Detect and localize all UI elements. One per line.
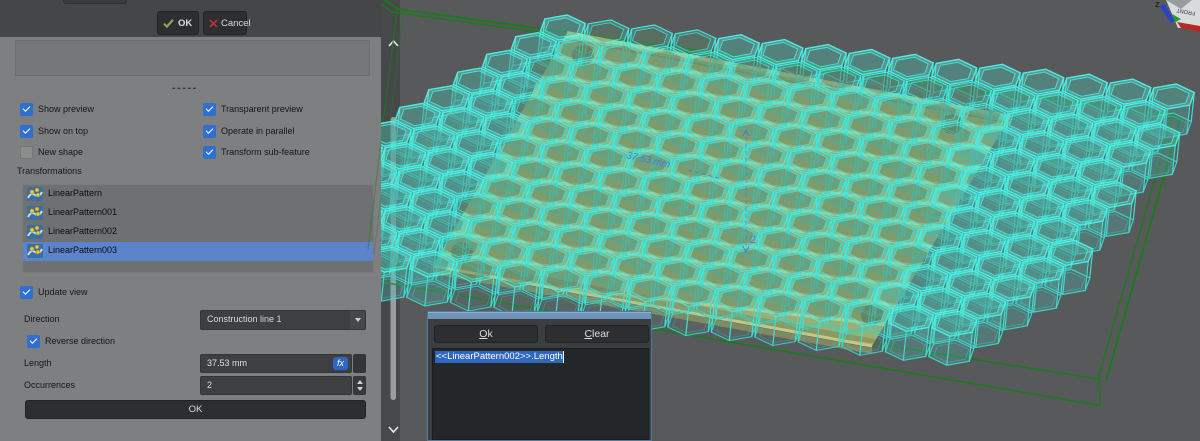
svg-text:Z: Z: [1155, 0, 1160, 9]
svg-text:2: 2: [750, 234, 756, 246]
